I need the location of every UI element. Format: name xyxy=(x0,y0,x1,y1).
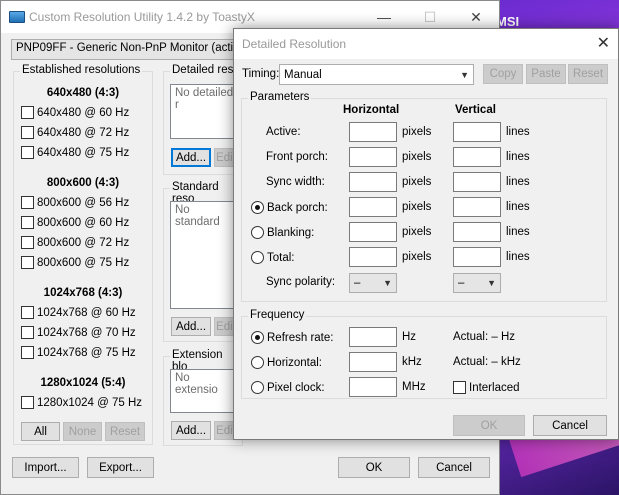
back-porch-radio[interactable]: Back porch: xyxy=(251,201,328,214)
unit-lines: lines xyxy=(506,226,530,238)
dialog-title: Detailed Resolution xyxy=(242,37,347,51)
chevron-down-icon: ▼ xyxy=(383,278,392,288)
detailed-resolutions-label: Detailed reso xyxy=(170,64,242,76)
front-porch-horizontal-input[interactable] xyxy=(349,147,397,167)
sync-polarity-vertical-select[interactable]: – ▼ xyxy=(453,273,501,293)
none-button[interactable]: None xyxy=(63,422,102,441)
blanking-vertical-input[interactable] xyxy=(453,222,501,242)
active-vertical-input[interactable] xyxy=(453,122,501,142)
checkbox-800x600-60[interactable]: 800x600 @ 60 Hz xyxy=(21,216,129,229)
add-detailed-button[interactable]: Add... xyxy=(171,148,211,167)
all-button[interactable]: All xyxy=(21,422,60,441)
checkbox-640x480-72[interactable]: 640x480 @ 72 Hz xyxy=(21,126,129,139)
timing-label: Timing: xyxy=(242,68,280,80)
unit-pixels: pixels xyxy=(402,176,432,188)
back-porch-horizontal-input[interactable] xyxy=(349,197,397,217)
active-label: Active: xyxy=(266,126,301,138)
unit-pixels: pixels xyxy=(402,226,432,238)
interlaced-checkbox[interactable]: Interlaced xyxy=(453,381,520,394)
monitor-app-icon xyxy=(9,11,25,23)
horizontal-freq-input[interactable] xyxy=(349,352,397,372)
ok-main-button[interactable]: OK xyxy=(338,457,410,478)
timing-select[interactable]: Manual ▼ xyxy=(279,64,474,85)
front-porch-vertical-input[interactable] xyxy=(453,147,501,167)
horizontal-freq-actual: Actual: – kHz xyxy=(453,356,521,368)
refresh-rate-input[interactable] xyxy=(349,327,397,347)
export-button[interactable]: Export... xyxy=(87,457,154,478)
close-icon[interactable]: ✕ xyxy=(597,33,610,53)
total-radio[interactable]: Total: xyxy=(251,251,295,264)
refresh-rate-actual: Actual: – Hz xyxy=(453,331,515,343)
checkbox-1024x768-60[interactable]: 1024x768 @ 60 Hz xyxy=(21,306,136,319)
group-head-800: 800x600 (4:3) xyxy=(46,177,120,189)
unit-lines: lines xyxy=(506,176,530,188)
ok-dialog-button[interactable]: OK xyxy=(453,415,525,436)
chevron-down-icon: ▼ xyxy=(487,278,496,288)
group-head-640: 640x480 (4:3) xyxy=(46,87,120,99)
blanking-radio[interactable]: Blanking: xyxy=(251,226,314,239)
vertical-header: Vertical xyxy=(455,104,496,116)
sync-width-horizontal-input[interactable] xyxy=(349,172,397,192)
blanking-horizontal-input[interactable] xyxy=(349,222,397,242)
unit-lines: lines xyxy=(506,251,530,263)
sync-polarity-horizontal-select[interactable]: – ▼ xyxy=(349,273,397,293)
frequency-label: Frequency xyxy=(248,309,307,321)
established-resolutions-label: Established resolutions xyxy=(20,64,143,76)
refresh-rate-unit: Hz xyxy=(402,331,417,343)
copy-button[interactable]: Copy xyxy=(483,64,523,84)
sync-width-vertical-input[interactable] xyxy=(453,172,501,192)
extension-blocks-list[interactable]: No extensio xyxy=(170,369,240,413)
reset-dialog-button[interactable]: Reset xyxy=(568,64,608,84)
detailed-resolution-dialog: Detailed Resolution ✕ Timing: Manual ▼ Co… xyxy=(233,28,619,440)
pixel-clock-unit: MHz xyxy=(402,381,426,393)
horizontal-header: Horizontal xyxy=(343,104,400,116)
unit-pixels: pixels xyxy=(402,251,432,263)
unit-pixels: pixels xyxy=(402,151,432,163)
unit-pixels: pixels xyxy=(402,201,432,213)
add-standard-button[interactable]: Add... xyxy=(171,317,211,336)
unit-lines: lines xyxy=(506,201,530,213)
checkbox-1024x768-70[interactable]: 1024x768 @ 70 Hz xyxy=(21,326,136,339)
sync-width-label: Sync width: xyxy=(266,176,325,188)
main-window-title: Custom Resolution Utility 1.4.2 by Toast… xyxy=(29,10,255,24)
total-vertical-input[interactable] xyxy=(453,247,501,267)
back-porch-vertical-input[interactable] xyxy=(453,197,501,217)
pixel-clock-input[interactable] xyxy=(349,377,397,397)
add-extension-button[interactable]: Add... xyxy=(171,421,211,440)
horizontal-freq-radio[interactable]: Horizontal: xyxy=(251,356,322,369)
reset-established-button[interactable]: Reset xyxy=(105,422,145,441)
group-head-1280: 1280x1024 (5:4) xyxy=(40,377,126,389)
cancel-dialog-button[interactable]: Cancel xyxy=(533,415,607,436)
group-head-1024: 1024x768 (4:3) xyxy=(43,287,123,299)
detailed-resolutions-list[interactable]: No detailed r xyxy=(170,84,240,139)
standard-resolutions-list[interactable]: No standard xyxy=(170,201,240,309)
checkbox-800x600-75[interactable]: 800x600 @ 75 Hz xyxy=(21,256,129,269)
front-porch-label: Front porch: xyxy=(266,151,328,163)
unit-lines: lines xyxy=(506,151,530,163)
checkbox-800x600-72[interactable]: 800x600 @ 72 Hz xyxy=(21,236,129,249)
refresh-rate-radio[interactable]: Refresh rate: xyxy=(251,331,333,344)
checkbox-1024x768-75[interactable]: 1024x768 @ 75 Hz xyxy=(21,346,136,359)
sync-polarity-label: Sync polarity: xyxy=(266,276,336,288)
pixel-clock-radio[interactable]: Pixel clock: xyxy=(251,381,325,394)
chevron-down-icon: ▼ xyxy=(460,69,469,80)
paste-button[interactable]: Paste xyxy=(526,64,566,84)
dialog-titlebar[interactable]: Detailed Resolution ✕ xyxy=(234,29,618,59)
parameters-label: Parameters xyxy=(248,91,312,103)
cancel-main-button[interactable]: Cancel xyxy=(418,457,490,478)
unit-pixels: pixels xyxy=(402,126,432,138)
import-button[interactable]: Import... xyxy=(12,457,79,478)
unit-lines: lines xyxy=(506,126,530,138)
active-horizontal-input[interactable] xyxy=(349,122,397,142)
checkbox-1280x1024-75[interactable]: 1280x1024 @ 75 Hz xyxy=(21,396,142,409)
horizontal-freq-unit: kHz xyxy=(402,356,422,368)
checkbox-640x480-60[interactable]: 640x480 @ 60 Hz xyxy=(21,106,129,119)
checkbox-800x600-56[interactable]: 800x600 @ 56 Hz xyxy=(21,196,129,209)
total-horizontal-input[interactable] xyxy=(349,247,397,267)
checkbox-640x480-75[interactable]: 640x480 @ 75 Hz xyxy=(21,146,129,159)
